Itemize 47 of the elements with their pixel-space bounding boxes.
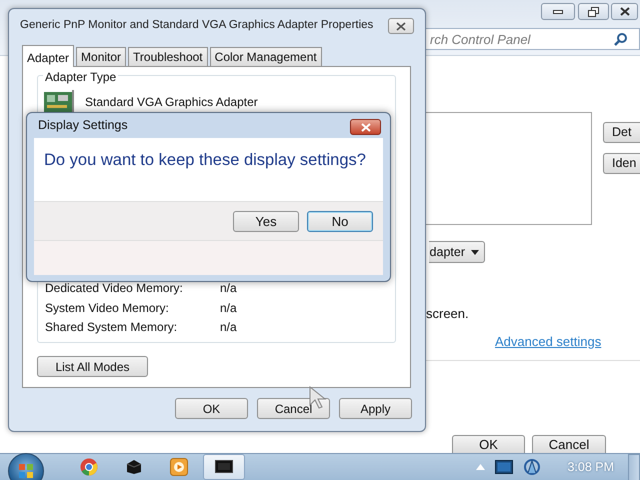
tab[interactable]: Monitor (76, 47, 126, 66)
search-icon (614, 32, 628, 46)
dialog-title: Display Settings (38, 117, 128, 134)
memory-label: Shared System Memory: (45, 319, 178, 336)
close-button[interactable] (388, 18, 414, 34)
close-button[interactable] (350, 119, 381, 135)
memory-value: n/a (220, 300, 237, 317)
dialog-button[interactable]: No (307, 210, 373, 232)
side-button[interactable]: Det (603, 122, 640, 143)
media-player-icon (170, 458, 188, 476)
chrome-icon (80, 458, 98, 476)
dialog-button[interactable]: OK (452, 435, 525, 453)
memory-value: n/a (220, 319, 237, 336)
tab[interactable]: Color Management (210, 47, 322, 66)
dialog-button[interactable]: Cancel (257, 398, 330, 419)
restore-icon (588, 6, 599, 16)
cube-icon (125, 459, 143, 475)
start-button[interactable] (8, 453, 44, 480)
question-text: Do you want to keep these display settings? (44, 150, 367, 171)
memory-label: System Video Memory: (45, 300, 170, 317)
dialog-button[interactable]: Cancel (532, 435, 606, 453)
window-title: Generic PnP Monitor and Standard VGA Graphics Adapter Properties (20, 18, 374, 34)
tab[interactable]: Adapter (22, 45, 74, 67)
dialog-button[interactable]: OK (175, 398, 248, 419)
close-button[interactable] (611, 3, 638, 20)
tab[interactable]: Troubleshoot (128, 47, 208, 66)
windows-logo-icon (19, 464, 33, 478)
side-button[interactable]: Iden (603, 153, 640, 174)
description-text: screen. (426, 305, 469, 323)
minimize-icon (553, 10, 563, 14)
minimize-button[interactable] (541, 3, 575, 20)
memory-label: Dedicated Video Memory: (45, 280, 184, 298)
close-icon (360, 122, 370, 132)
close-icon (396, 22, 406, 32)
close-icon (620, 7, 630, 16)
monitor-icon (215, 460, 233, 474)
graphics-card-icon (44, 90, 74, 114)
adapter-name: Standard VGA Graphics Adapter (85, 94, 258, 111)
advanced-settings-link[interactable]: Advanced settings (495, 332, 602, 352)
memory-value: n/a (220, 280, 237, 298)
dropdown[interactable]: dapter (429, 241, 485, 263)
dialog-button[interactable]: Apply (339, 398, 412, 419)
taskbar-button[interactable] (203, 454, 245, 480)
list-all-modes-button[interactable]: List All Modes (37, 356, 148, 377)
restore-button[interactable] (578, 3, 609, 20)
dialog-button[interactable]: Yes (233, 210, 299, 232)
caret-icon (471, 250, 479, 254)
